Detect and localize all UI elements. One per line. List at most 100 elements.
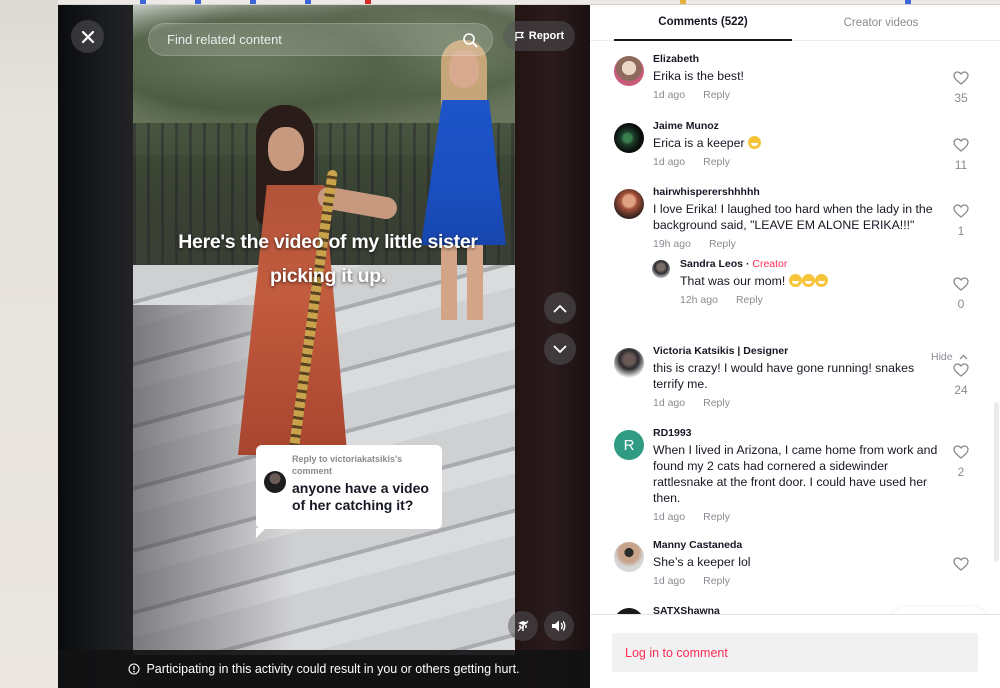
tab-comments[interactable]: Comments (522) xyxy=(614,5,792,41)
like-count: 0 xyxy=(957,297,965,311)
like-button[interactable]: 11 xyxy=(950,138,972,172)
video-player: Here's the video of my little sister pic… xyxy=(58,5,590,688)
back-to-top-button[interactable]: Back to top xyxy=(890,607,988,614)
grinning-face-emoji xyxy=(748,136,762,149)
reply-button[interactable]: Reply xyxy=(703,89,730,101)
hide-replies-button[interactable]: Hide xyxy=(931,351,968,363)
login-to-comment-button[interactable]: Log in to comment xyxy=(612,633,978,672)
comment-text: Erica is a keeper xyxy=(653,135,943,151)
tab-favicon xyxy=(365,0,371,4)
avatar[interactable] xyxy=(614,348,644,378)
safety-warning-banner: Participating in this activity could res… xyxy=(58,650,590,688)
comment-text: this is crazy! I would have gone running… xyxy=(653,361,915,391)
like-button[interactable]: 2 xyxy=(950,445,972,479)
tab-favicon xyxy=(250,0,256,4)
comment-author[interactable]: Elizabeth xyxy=(653,52,943,66)
comment-author[interactable]: Sandra Leos · Creator xyxy=(680,257,930,271)
info-icon xyxy=(128,663,140,675)
chevron-up-icon xyxy=(959,354,967,360)
reply-avatar xyxy=(264,471,286,493)
panel-tabs: Comments (522) Creator videos xyxy=(590,5,1000,41)
tears-of-joy-emoji xyxy=(814,274,828,287)
heart-icon xyxy=(953,363,969,377)
tears-of-joy-emoji xyxy=(788,274,802,287)
like-button[interactable]: 0 xyxy=(950,277,972,311)
comment-author[interactable]: RD1993 xyxy=(653,426,943,440)
tears-of-joy-emoji xyxy=(801,274,815,287)
comment-list[interactable]: Elizabeth Erika is the best! 1d ago Reply… xyxy=(590,42,1000,614)
avatar[interactable] xyxy=(614,123,644,153)
tab-favicon xyxy=(680,0,686,4)
reply-button[interactable]: Reply xyxy=(736,294,763,306)
like-button[interactable]: 24 xyxy=(950,363,972,397)
heart-icon xyxy=(953,204,969,218)
search-bar[interactable] xyxy=(148,23,493,56)
scrollbar[interactable] xyxy=(994,402,999,562)
like-count: 24 xyxy=(954,383,968,397)
reply-sticker: Reply to victoriakatsikis's comment anyo… xyxy=(256,445,442,538)
close-icon xyxy=(81,30,94,43)
heart-icon xyxy=(953,138,969,152)
chevron-up-icon xyxy=(553,304,567,312)
comment-time: 1d ago xyxy=(653,575,686,587)
comment-time: 1d ago xyxy=(653,511,686,523)
close-button[interactable] xyxy=(71,20,104,53)
tab-favicon xyxy=(140,0,146,4)
caption-line-2: picking it up. xyxy=(269,265,387,287)
volume-button[interactable] xyxy=(544,611,574,641)
avatar[interactable] xyxy=(614,56,644,86)
comment-time: 1d ago xyxy=(653,397,686,409)
comment-text: I love Erika! I laughed too hard when th… xyxy=(653,202,933,232)
comment-time: 1d ago xyxy=(653,156,686,168)
flag-icon xyxy=(515,31,524,41)
like-button[interactable]: 35 xyxy=(950,71,972,105)
safety-warning-text: Participating in this activity could res… xyxy=(146,662,520,676)
search-icon[interactable] xyxy=(462,32,478,48)
avatar[interactable] xyxy=(614,542,644,572)
comment-text: Erika is the best! xyxy=(653,69,744,83)
chevron-down-icon xyxy=(553,345,567,353)
floating-player-button[interactable] xyxy=(508,611,538,641)
comment-author[interactable]: hairwhisperershhhhh xyxy=(653,185,943,199)
like-button[interactable] xyxy=(950,557,972,577)
comment-time: 19h ago xyxy=(653,238,691,250)
tab-favicon xyxy=(195,0,201,4)
reply-button[interactable]: Reply xyxy=(703,397,730,409)
caption-line-1: Here's the video of my little sister xyxy=(178,231,478,253)
reply-button[interactable]: Reply xyxy=(703,511,730,523)
comment-author[interactable]: Jaime Munoz xyxy=(653,119,943,133)
avatar[interactable] xyxy=(652,260,670,278)
report-label: Report xyxy=(528,30,565,42)
creator-badge: Creator xyxy=(752,258,788,270)
next-video-button[interactable] xyxy=(544,333,576,365)
search-input[interactable] xyxy=(167,24,447,55)
comment-text: When I lived in Arizona, I came home fro… xyxy=(653,443,938,505)
comment-time: 12h ago xyxy=(680,294,718,306)
heart-icon xyxy=(953,277,969,291)
comment-author[interactable]: Victoria Katsikis | Designer xyxy=(653,344,943,358)
tab-creator-videos[interactable]: Creator videos xyxy=(792,5,970,41)
heart-icon xyxy=(953,445,969,459)
tab-favicon xyxy=(305,0,311,4)
previous-video-button[interactable] xyxy=(544,292,576,324)
video-frame[interactable]: Here's the video of my little sister pic… xyxy=(133,5,515,655)
avatar[interactable] xyxy=(614,189,644,219)
comment-text: She’s a keeper lol xyxy=(653,555,751,569)
tab-favicon xyxy=(905,0,911,4)
avatar[interactable]: R xyxy=(614,430,644,460)
comments-panel: Comments (522) Creator videos Elizabeth … xyxy=(590,5,1000,688)
like-count: 11 xyxy=(954,158,968,172)
heart-icon xyxy=(953,71,969,85)
volume-icon xyxy=(552,620,566,632)
comment-text: That was our mom! xyxy=(680,273,930,289)
like-button[interactable]: 1 xyxy=(950,204,972,238)
reply-button[interactable]: Reply xyxy=(709,238,736,250)
like-count: 35 xyxy=(954,91,968,105)
report-button[interactable]: Report xyxy=(503,21,575,51)
reply-sticker-text: anyone have a video of her catching it? xyxy=(292,480,429,513)
comment-author[interactable]: Manny Castaneda xyxy=(653,538,943,552)
page-background-left xyxy=(0,0,58,688)
avatar-letter: R xyxy=(623,436,635,454)
reply-button[interactable]: Reply xyxy=(703,575,730,587)
reply-button[interactable]: Reply xyxy=(703,156,730,168)
